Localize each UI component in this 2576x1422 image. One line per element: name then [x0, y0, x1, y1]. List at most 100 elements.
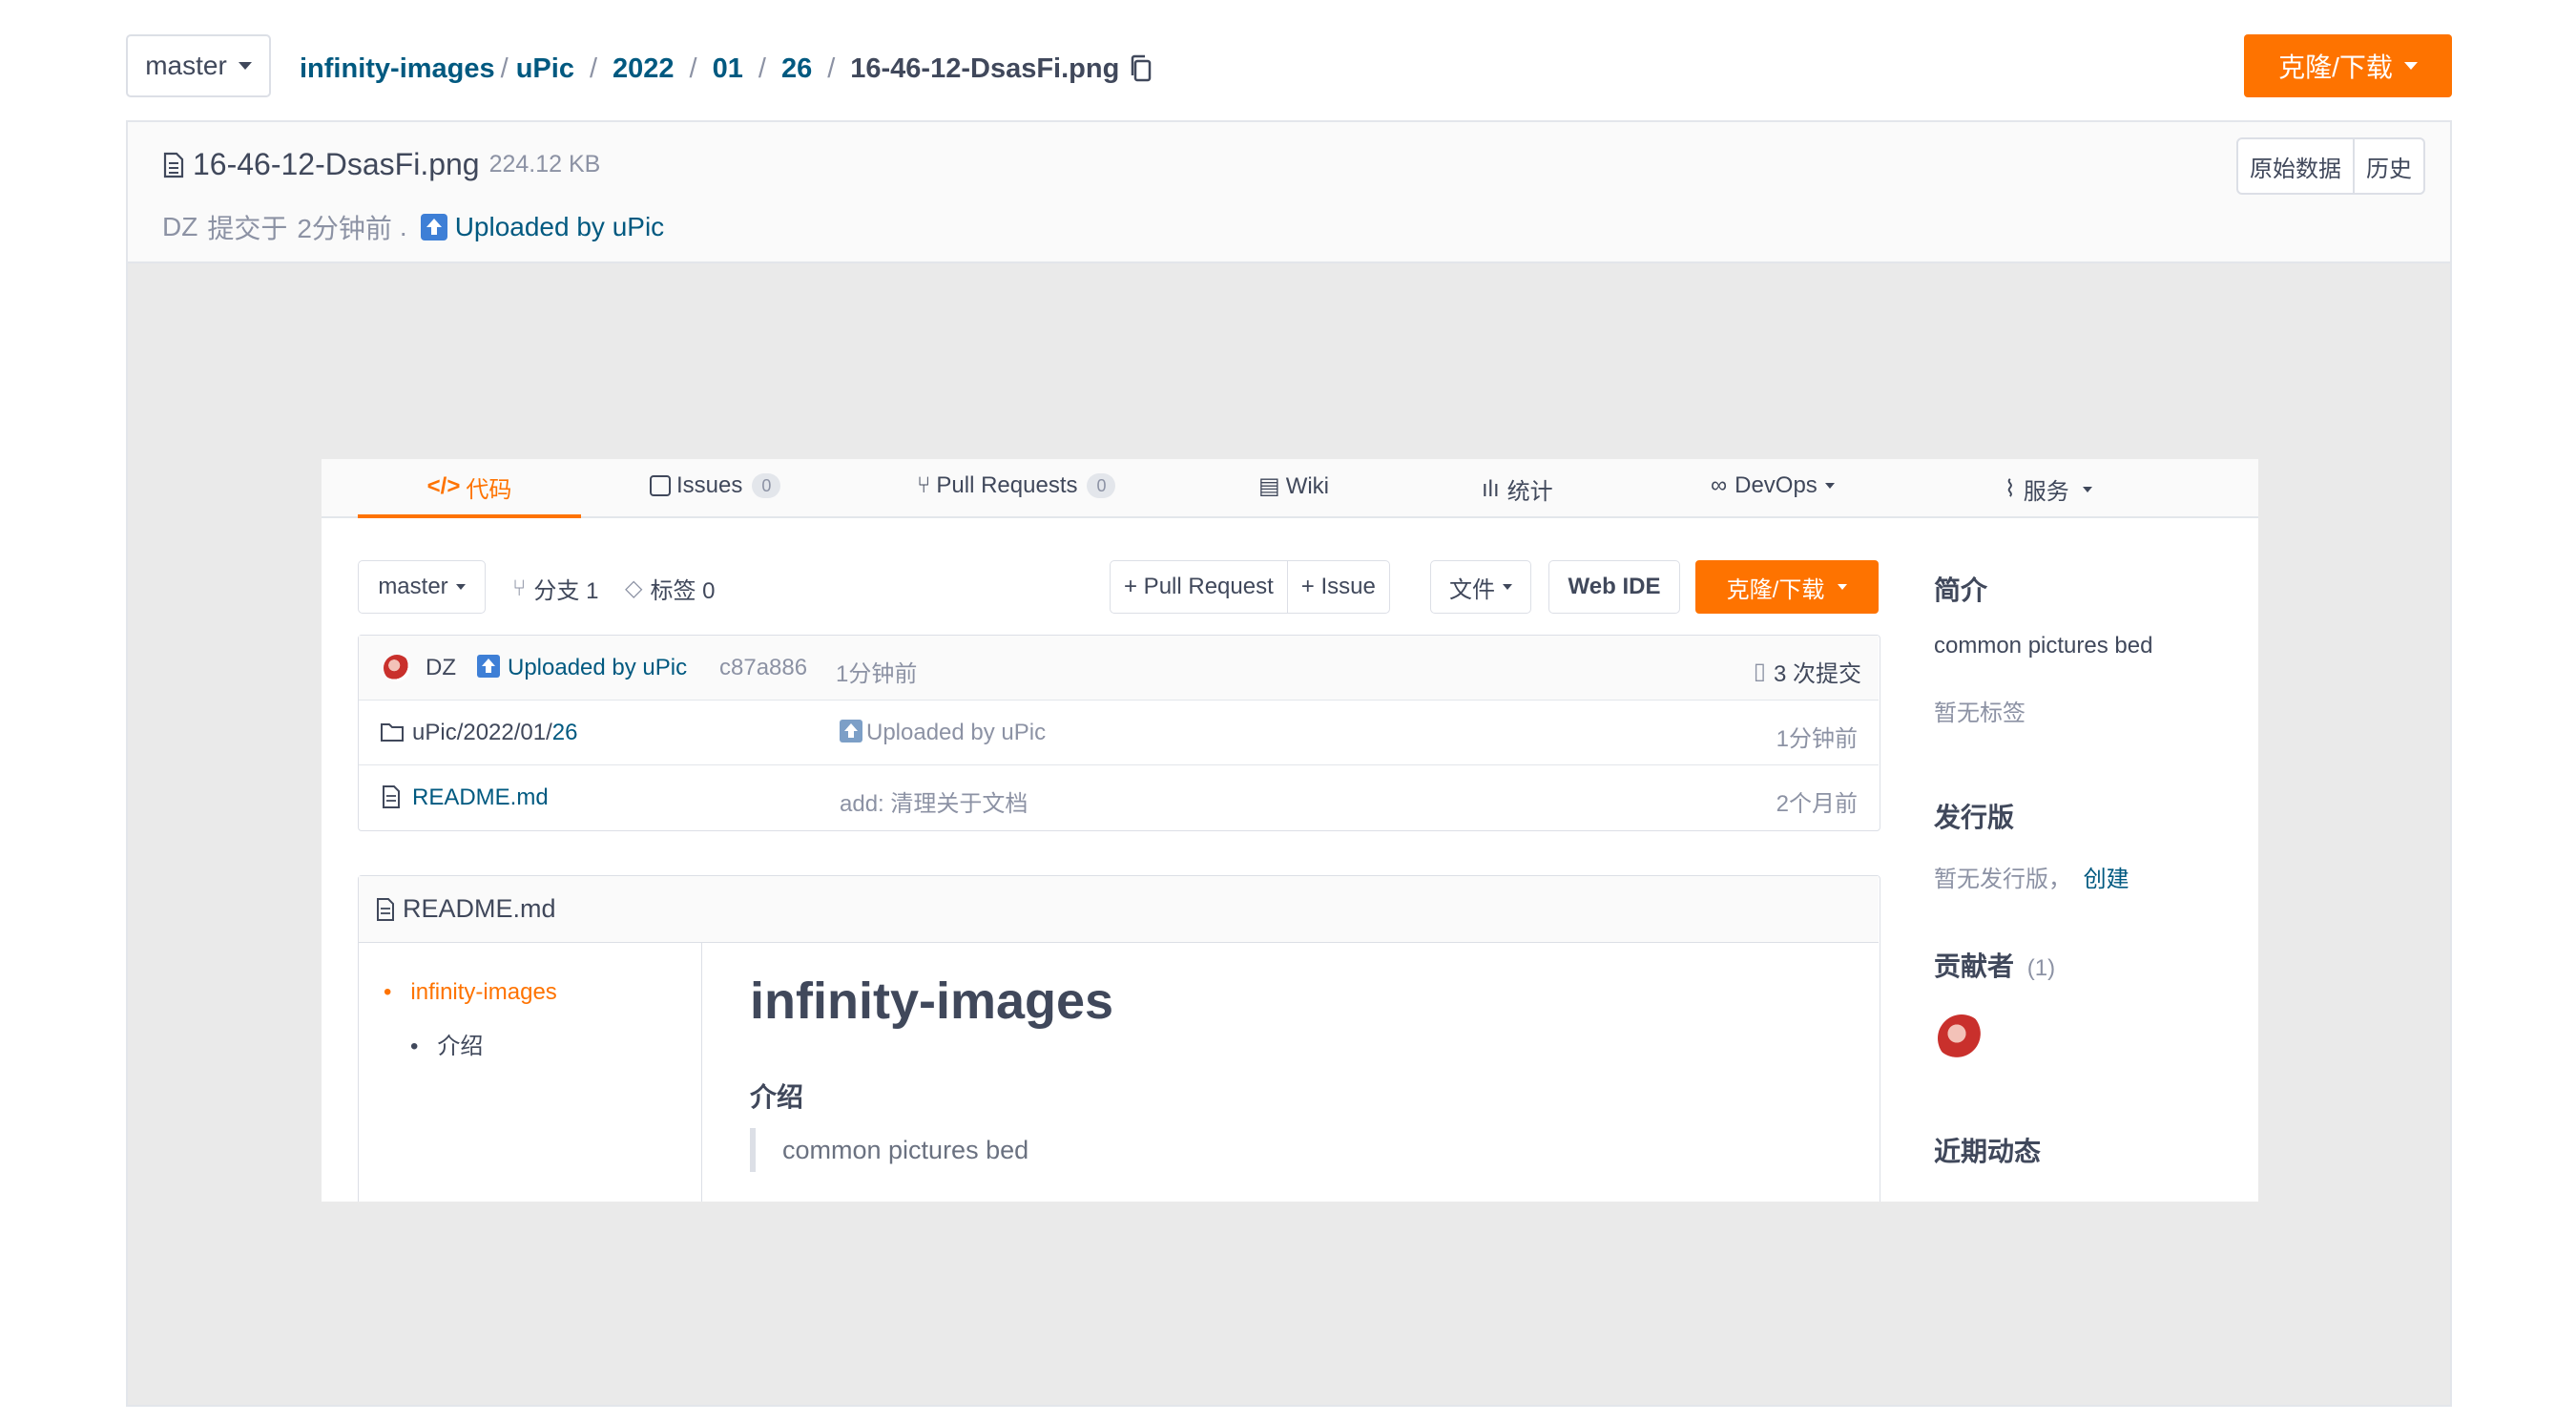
upload-emoji-icon: [420, 214, 447, 240]
pr-count-badge: 0: [1087, 473, 1116, 498]
activity-title: 近期动态: [1934, 1137, 2042, 1166]
breadcrumb-repo[interactable]: infinity-images: [300, 53, 495, 85]
file-list-table: DZ Uploaded by uPic c87a886 1分钟前 ▯ 3 次提交…: [358, 635, 1880, 831]
readme-title: infinity-images: [750, 972, 1114, 1030]
breadcrumb-separator: /: [500, 52, 509, 84]
history-button[interactable]: 历史: [2355, 139, 2423, 193]
web-ide-button[interactable]: Web IDE: [1548, 560, 1680, 614]
file-row[interactable]: README.md add: 清理关于文档 2个月前: [359, 765, 1879, 830]
tag-icon: ◇: [625, 575, 643, 601]
folder-icon: [380, 721, 405, 742]
toc-item[interactable]: • infinity-images: [384, 979, 557, 1006]
contributors-title: 贡献者 (1): [1934, 951, 2056, 981]
breadcrumb-filename: 16-46-12-DsasFi.png: [850, 52, 1120, 84]
no-tags-text: 暂无标签: [1934, 701, 2025, 726]
upload-emoji-icon: [840, 720, 862, 742]
chevron-down-icon: [455, 584, 466, 590]
file-menu-button[interactable]: 文件: [1430, 560, 1531, 614]
file-icon: [382, 784, 401, 809]
image-preview: </> 代码 Issues 0 ⑂ Pull Requests 0 ▤ Wiki…: [322, 459, 2258, 1202]
chevron-down-icon: [238, 62, 252, 70]
commit-message-link[interactable]: Uploaded by uPic: [455, 212, 664, 242]
file-header: 16-46-12-DsasFi.png 224.12 KB DZ 提交于 2分钟…: [128, 122, 2450, 263]
breadcrumb-day[interactable]: 26: [781, 53, 812, 85]
intro-title: 简介: [1934, 575, 1988, 605]
commit-time: 1分钟前: [836, 661, 918, 687]
issues-count-badge: 0: [752, 473, 781, 498]
tab-pull-requests[interactable]: ⑂ Pull Requests 0: [917, 472, 1116, 499]
chevron-down-icon: [2403, 62, 2418, 70]
commit-prefix: 提交于: [207, 214, 288, 243]
commit-hash[interactable]: c87a886: [719, 655, 807, 681]
latest-commit-row: DZ Uploaded by uPic c87a886 1分钟前 ▯ 3 次提交: [359, 636, 1879, 701]
toc-item[interactable]: • 介绍: [410, 1027, 483, 1060]
copy-icon[interactable]: [1129, 54, 1153, 83]
file-row-name[interactable]: uPic/2022/01/26: [412, 720, 577, 746]
file-icon: [376, 897, 395, 922]
chevron-down-icon: [1503, 584, 1512, 590]
commit-author[interactable]: DZ: [162, 212, 197, 242]
pr-issue-group: + Pull Request + Issue: [1110, 560, 1390, 614]
branch-label: master: [145, 51, 227, 80]
preview-branch-select[interactable]: master: [358, 560, 486, 614]
avatar[interactable]: [384, 655, 410, 681]
no-release-row: 暂无发行版， 创建: [1934, 867, 2129, 892]
branch-icon: ⑂: [512, 575, 527, 601]
file-icon: [162, 152, 185, 178]
bullet-icon: •: [410, 1034, 419, 1059]
repo-sidebar: 简介 common pictures bed 暂无标签 发行版 暂无发行版， 创…: [1934, 459, 2239, 1202]
readme-quote: common pictures bed: [750, 1128, 1028, 1172]
issues-icon: [650, 475, 671, 496]
tab-code[interactable]: </> 代码: [358, 459, 581, 518]
stats-icon: ılı: [1482, 475, 1500, 502]
branches-count[interactable]: ⑂ 分支 1: [512, 572, 598, 605]
breadcrumb-separator: /: [589, 52, 598, 84]
file-size: 224.12 KB: [488, 151, 601, 178]
tags-count[interactable]: ◇ 标签 0: [625, 572, 715, 605]
contributor-avatar[interactable]: [1938, 1014, 1985, 1062]
commit-message-link[interactable]: Uploaded by uPic: [508, 655, 687, 681]
tab-stats[interactable]: ılı 统计: [1482, 472, 1553, 506]
file-row-message: add: 清理关于文档: [840, 791, 1028, 817]
new-pull-request-button[interactable]: + Pull Request: [1111, 561, 1288, 613]
breadcrumb-separator: /: [758, 52, 766, 84]
preview-clone-download-button[interactable]: 克隆/下载: [1695, 560, 1879, 614]
tab-devops[interactable]: ∞ DevOps: [1711, 472, 1835, 499]
pull-request-icon: ⑂: [917, 472, 931, 498]
commit-dot: .: [399, 212, 407, 241]
raw-data-button[interactable]: 原始数据: [2238, 139, 2355, 193]
readme-header: README.md: [359, 876, 1879, 943]
code-icon: </>: [426, 473, 461, 499]
clone-download-button[interactable]: 克隆/下载: [2244, 34, 2452, 97]
commit-count[interactable]: ▯ 3 次提交: [1754, 655, 1861, 688]
contributors-count: (1): [2026, 955, 2056, 981]
tab-issues[interactable]: Issues 0: [650, 472, 781, 499]
readme-subtitle: 介绍: [750, 1082, 804, 1112]
file-row-time: 2个月前: [1776, 791, 1858, 817]
commit-author[interactable]: DZ: [426, 655, 456, 681]
breadcrumb-upic[interactable]: uPic: [516, 53, 574, 85]
new-issue-button[interactable]: + Issue: [1288, 561, 1389, 613]
branch-select-button[interactable]: master: [126, 34, 271, 97]
file-row-time: 1分钟前: [1776, 726, 1858, 752]
create-release-link[interactable]: 创建: [2084, 867, 2129, 892]
file-row[interactable]: uPic/2022/01/26 Uploaded by uPic 1分钟前: [359, 701, 1879, 765]
file-name: 16-46-12-DsasFi.png: [193, 147, 480, 181]
intro-description: common pictures bed: [1934, 633, 2153, 659]
commit-time: 2分钟前: [297, 214, 392, 243]
tab-wiki[interactable]: ▤ Wiki: [1258, 472, 1329, 500]
file-commit-row: DZ 提交于 2分钟前 . Uploaded by uPic: [162, 208, 664, 246]
readme-box: README.md • infinity-images • 介绍 infinity-…: [358, 875, 1880, 1202]
file-row-name[interactable]: README.md: [412, 784, 549, 811]
readme-toc: • infinity-images • 介绍: [359, 943, 702, 1202]
release-title: 发行版: [1934, 803, 2015, 832]
breadcrumb: infinity-images / uPic / 2022 / 01 / 26 …: [300, 50, 1153, 88]
clone-download-label: 克隆/下载: [2278, 52, 2393, 82]
wiki-icon: ▤: [1258, 473, 1280, 499]
upload-emoji-icon: [477, 655, 500, 678]
file-row-message: Uploaded by uPic: [866, 720, 1047, 745]
breadcrumb-year[interactable]: 2022: [613, 53, 675, 85]
infinity-icon: ∞: [1711, 472, 1728, 498]
file-title-row: 16-46-12-DsasFi.png 224.12 KB: [162, 147, 600, 182]
breadcrumb-month[interactable]: 01: [713, 53, 743, 85]
